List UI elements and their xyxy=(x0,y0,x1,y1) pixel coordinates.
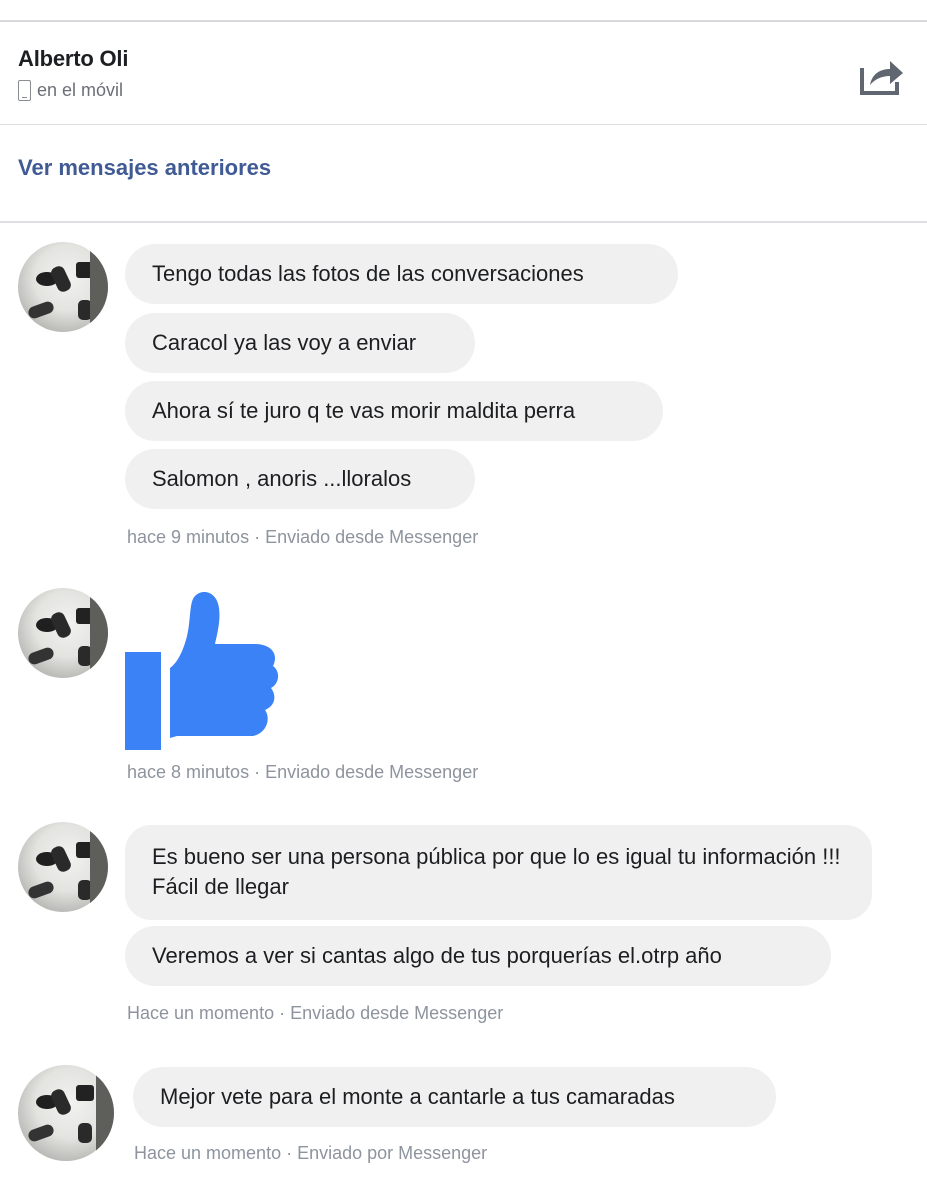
conversation-header: Alberto Oli en el móvil xyxy=(0,22,927,124)
message-bubble[interactable]: Salomon , anoris ...lloralos xyxy=(125,449,475,509)
thumbs-up-icon[interactable] xyxy=(125,588,280,753)
message-bubble[interactable]: Veremos a ver si cantas algo de tus porq… xyxy=(125,926,831,986)
header-divider xyxy=(0,124,927,125)
see-older-messages-link[interactable]: Ver mensajes anteriores xyxy=(18,155,271,181)
avatar[interactable] xyxy=(18,242,108,332)
avatar[interactable] xyxy=(18,822,108,912)
message-bubble[interactable]: Es bueno ser una persona pública por que… xyxy=(125,825,872,920)
message-bubble[interactable]: Mejor vete para el monte a cantarle a tu… xyxy=(133,1067,776,1127)
message-bubble[interactable]: Ahora sí te juro q te vas morir maldita … xyxy=(125,381,663,441)
message-timestamp: hace 9 minutos · Enviado desde Messenger xyxy=(127,527,479,547)
message-timestamp: hace 8 minutos · Enviado desde Messenger xyxy=(127,762,479,782)
messages-divider xyxy=(0,221,927,223)
phone-icon xyxy=(18,80,31,101)
message-bubble[interactable]: Caracol ya las voy a enviar xyxy=(125,313,475,373)
message-timestamp: Hace un momento · Enviado desde Messenge… xyxy=(127,1003,504,1023)
contact-status: en el móvil xyxy=(18,80,123,101)
avatar[interactable] xyxy=(18,588,108,678)
contact-name[interactable]: Alberto Oli xyxy=(18,46,128,72)
status-text: en el móvil xyxy=(37,80,124,100)
message-timestamp: Hace un momento · Enviado por Messenger xyxy=(134,1143,488,1163)
message-bubble[interactable]: Tengo todas las fotos de las conversacio… xyxy=(125,244,678,304)
avatar[interactable] xyxy=(18,1065,114,1161)
share-icon[interactable] xyxy=(859,56,905,96)
